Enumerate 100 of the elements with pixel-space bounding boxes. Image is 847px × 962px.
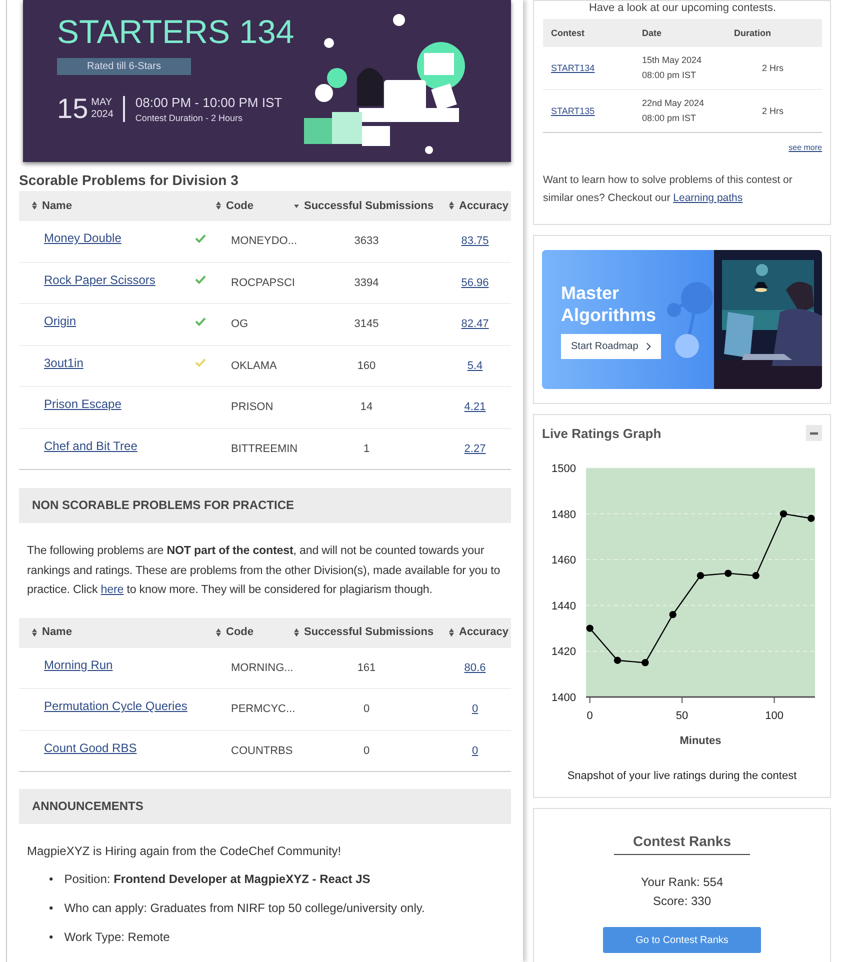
data-point [696, 572, 704, 580]
contest-title: STARTERS 134 [57, 12, 294, 52]
column-header: Date [642, 28, 663, 38]
column-header[interactable]: Successful Submissions [294, 626, 439, 638]
announcement-text: MagpieXYZ is Hiring again from the CodeChef Community! [27, 844, 342, 858]
section-header: ANNOUNCEMENTS [19, 789, 511, 824]
bullet-marker: • [49, 901, 54, 916]
problem-link[interactable]: 3out1in [44, 356, 84, 370]
problem-link[interactable]: Rock Paper Scissors [44, 272, 156, 286]
chevron-icon [646, 342, 652, 351]
data-point [752, 572, 760, 580]
column-header[interactable]: Successful Submissions [294, 200, 439, 212]
ranks-title: Contest Ranks [614, 833, 750, 855]
learn-text: Want to learn how to solve problems of this contest or similar ones? Checkout our Learning paths [543, 173, 794, 206]
here-link[interactable]: here [100, 583, 124, 596]
problem-link[interactable]: Chef and Bit Tree [44, 438, 138, 452]
x-axis-label: Minutes [680, 735, 722, 746]
data-point [808, 514, 815, 522]
x-tick-label: 50 [676, 710, 688, 722]
problem-code: OG [230, 318, 250, 330]
y-tick-label: 1460 [552, 554, 576, 567]
contest-link[interactable]: START134 [551, 63, 642, 73]
submission-count: 160 [356, 360, 377, 372]
score-text: Score: 330 [652, 893, 712, 910]
submission-count: 161 [356, 662, 377, 674]
column-header[interactable]: Accuracy [439, 626, 511, 638]
problem-code: MORNING... [230, 662, 294, 674]
contest-link[interactable]: START135 [551, 106, 642, 116]
accuracy-link[interactable]: 56.96 [461, 276, 489, 289]
problem-code: ROCPAPSCI [230, 276, 294, 289]
contest-time: 08:00 PM - 10:00 PM IST [135, 95, 282, 110]
accuracy-link[interactable]: 80.6 [464, 662, 486, 674]
rank-text: Your Rank: 554 [640, 874, 724, 891]
problem-link[interactable]: Origin [44, 314, 76, 328]
rating-badge: Rated till 6-Stars [57, 58, 191, 75]
accuracy-link[interactable]: 4.21 [464, 401, 486, 414]
problem-link[interactable]: Count Good RBS [44, 740, 137, 754]
see-more-link[interactable]: see more [788, 143, 822, 152]
submission-count: 0 [362, 744, 371, 757]
contest-date: 22nd May 2024 [642, 97, 706, 110]
column-header[interactable]: Name [19, 200, 216, 212]
data-point [780, 510, 788, 518]
notice-text: The following problems are NOT part of the contest, and will not be counted towards your rankings and ratings. These are problems from the other Division(s), made available for you to practice. Click here to know more. They will be considered for plagiarism though. [27, 543, 502, 598]
column-header[interactable]: Code [216, 626, 294, 638]
data-point [586, 624, 594, 632]
contest-time: 08:00 pm IST [642, 69, 698, 82]
accuracy-link[interactable]: 5.4 [467, 360, 483, 372]
accuracy-link[interactable]: 0 [472, 744, 478, 757]
announcement-item: Who can apply: Graduates from NIRF top 50 college/university only. [64, 901, 425, 916]
y-tick-label: 1500 [552, 463, 576, 475]
problem-code: OKLAMA [230, 360, 278, 372]
accuracy-link[interactable]: 82.47 [461, 318, 489, 330]
announcement-item: Position: Frontend Developer at MagpieXYZ - React JS [64, 872, 370, 887]
problem-code: COUNTRBS [230, 744, 294, 757]
section-title: Scorable Problems for Division 3 [19, 172, 240, 188]
announcement-item: Work Type: Remote [64, 930, 170, 945]
contest-duration: Contest Duration - 2 Hours [135, 113, 244, 123]
accuracy-link[interactable]: 83.75 [461, 235, 489, 248]
y-tick-label: 1420 [552, 646, 576, 658]
problem-link[interactable]: Permutation Cycle Queries [44, 699, 188, 713]
data-point [669, 610, 676, 618]
contest-day: 15 [57, 93, 88, 125]
data-point [614, 656, 622, 664]
contest-year: 2024 [91, 109, 114, 121]
submission-count: 3145 [353, 318, 380, 330]
submission-count: 14 [359, 401, 374, 414]
column-header[interactable]: Accuracy [439, 200, 511, 212]
problem-code: MONEYDO... [230, 235, 294, 248]
upcoming-intro: Have a look at our upcoming contests. [588, 2, 778, 15]
collapse-button[interactable] [806, 425, 822, 441]
learning-paths-link[interactable]: Learning paths [673, 192, 743, 204]
problem-link[interactable]: Prison Escape [44, 397, 122, 411]
column-header[interactable]: Code [216, 200, 294, 212]
minus-icon [810, 432, 818, 434]
contest-time: 08:00 pm IST [642, 112, 698, 125]
submission-count: 3633 [353, 235, 380, 248]
promo-title: Master Algorithms [561, 282, 658, 326]
contest-duration: 2 Hrs [761, 63, 785, 73]
column-header: Contest [551, 28, 586, 38]
problem-code: PRISON [230, 401, 274, 414]
section-header: NON SCORABLE PROBLEMS FOR PRACTICE [19, 488, 511, 523]
problem-link[interactable]: Morning Run [44, 658, 113, 672]
column-header[interactable]: Name [19, 626, 216, 638]
bullet-marker: • [49, 872, 54, 887]
problem-code: PERMCYC... [230, 703, 294, 716]
y-tick-label: 1480 [552, 508, 576, 521]
column-header: Duration [734, 28, 772, 38]
chart-title: Live Ratings Graph [542, 426, 662, 440]
accuracy-link[interactable]: 0 [472, 703, 478, 716]
submission-count: 1 [362, 442, 371, 455]
contest-month: MAY [91, 97, 114, 109]
data-point [642, 659, 649, 666]
problem-link[interactable]: Money Double [44, 231, 122, 245]
contest-date: 15th May 2024 [642, 54, 703, 67]
chart-caption: Snapshot of your live ratings during the contest [566, 770, 798, 782]
data-point [724, 570, 732, 577]
accuracy-link[interactable]: 2.27 [464, 442, 486, 455]
contest-duration: 2 Hrs [761, 106, 785, 116]
start-roadmap-button[interactable]: Start Roadmap [561, 334, 662, 359]
bullet-marker: • [49, 930, 54, 945]
